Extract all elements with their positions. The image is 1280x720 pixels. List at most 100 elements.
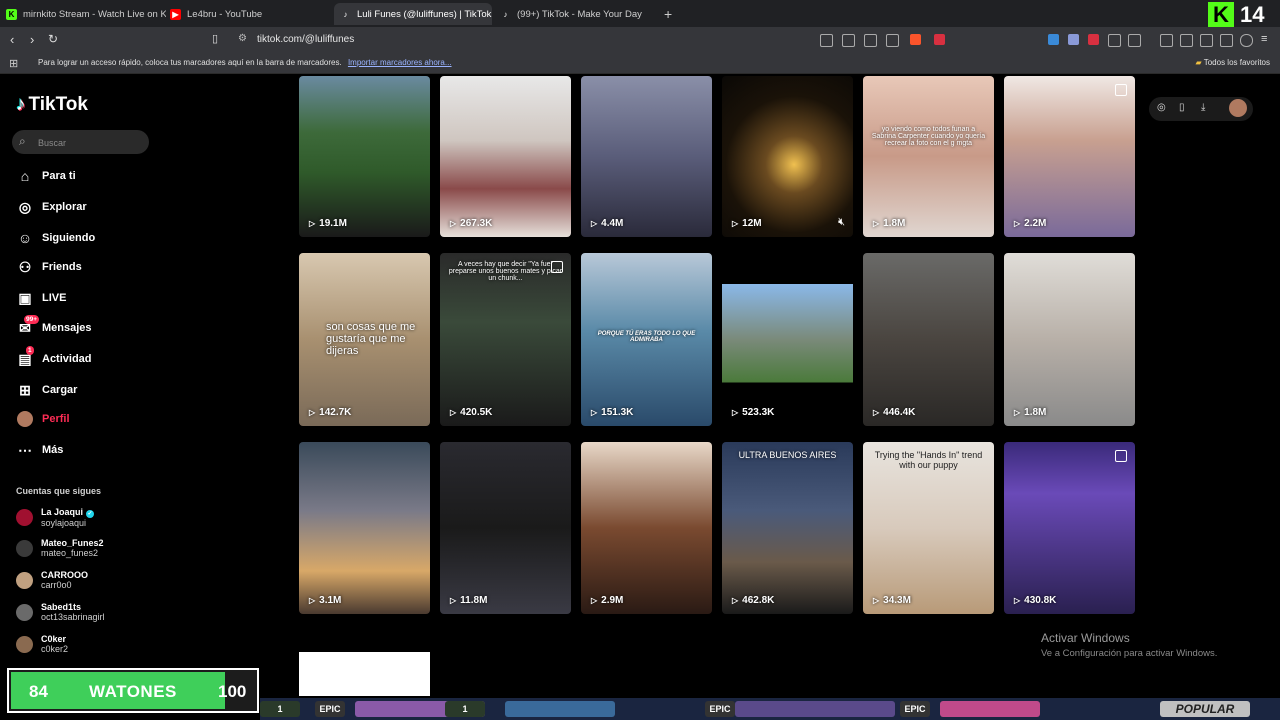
taskbar-item[interactable]: EPIC <box>900 701 930 717</box>
search-box[interactable]: ⌕ <box>12 130 149 154</box>
video-card[interactable]: ULTRA BUENOS AIRES ▷ 462.8K <box>722 442 853 614</box>
new-tab-button[interactable]: + <box>664 6 672 22</box>
video-views: ▷ 3.1M <box>309 595 341 606</box>
video-card[interactable]: PORQUE TÚ ERAS TODO LO QUE ADMIRABA ▷ 151.… <box>581 253 712 426</box>
video-views: ▷ 1.8M <box>1014 407 1046 418</box>
taskbar-item[interactable]: 1 <box>445 701 485 717</box>
nav-mensajes[interactable]: ✉ 99+ Mensajes <box>16 315 92 339</box>
video-card[interactable]: ▷ 3.1M <box>299 442 430 614</box>
nav-actividad[interactable]: ▤ 1 Actividad <box>16 346 92 370</box>
avatar[interactable] <box>1229 99 1247 117</box>
following-account[interactable]: La Joaqui ✓ soylajoaqui <box>16 507 95 528</box>
activity-icon: ▤ 1 <box>18 346 34 367</box>
following-account[interactable]: CARROOO carr0o0 <box>16 570 88 590</box>
nav-siguiendo[interactable]: ☺ Siguiendo <box>16 227 95 249</box>
sidebar-icon[interactable] <box>1180 34 1193 47</box>
muted-icon[interactable]: 🔇︎ <box>838 216 845 229</box>
following-account[interactable]: Mateo_Funes2 mateo_funes2 <box>16 538 104 558</box>
coins-icon[interactable]: ◎ <box>1157 102 1166 113</box>
import-bookmarks-link[interactable]: Importar marcadores ahora... <box>348 58 452 67</box>
puzzle-icon[interactable] <box>1108 34 1121 47</box>
download-icon[interactable]: ⤓ <box>1201 102 1205 113</box>
view-count: 420.5K <box>460 407 493 418</box>
taskbar-item[interactable] <box>940 701 1040 717</box>
following-account[interactable]: C0ker c0ker2 <box>16 634 68 654</box>
video-card[interactable]: A veces hay que decir "Ya fue" preparse … <box>440 253 571 426</box>
video-card[interactable]: ▷ 446.4K <box>863 253 994 426</box>
avatar <box>16 635 33 653</box>
video-card[interactable]: ▷ 4.4M <box>581 76 712 237</box>
brave-shield-icon[interactable] <box>910 34 921 45</box>
reload-icon[interactable]: ↻ <box>48 32 58 46</box>
play-icon: ▷ <box>732 219 739 228</box>
back-icon[interactable]: ‹ <box>10 32 14 47</box>
view-count: 523.3K <box>742 407 775 418</box>
following-account[interactable]: Sabed1ts oct13sabrinagirl <box>16 602 105 622</box>
watones-label: WATONES <box>89 682 177 701</box>
tiktok-icon: ♪ <box>343 9 348 19</box>
menu-icon[interactable]: ≡ <box>1261 33 1267 45</box>
phone-icon[interactable]: ▯ <box>1179 102 1185 113</box>
site-info-icon[interactable]: ⚙ <box>238 33 247 44</box>
wallet-icon[interactable] <box>1200 34 1213 47</box>
video-card[interactable]: ▷ 430.8K <box>1004 442 1135 614</box>
no-tracking-icon[interactable] <box>820 34 833 47</box>
leo-icon[interactable] <box>1220 34 1233 47</box>
taskbar-item[interactable]: POPULAR <box>1160 701 1250 717</box>
video-card[interactable]: son cosas que me gustaría que me dijeras… <box>299 253 430 426</box>
taskbar-item[interactable]: EPIC <box>705 701 735 717</box>
video-caption: Trying the "Hands In" trend with our pup… <box>874 450 983 470</box>
search-input[interactable] <box>36 134 145 151</box>
extension-icon[interactable] <box>1068 34 1079 45</box>
nav-perfil[interactable]: Perfil <box>16 408 70 430</box>
forward-icon[interactable]: › <box>30 32 34 47</box>
nav-explorar[interactable]: ◎ Explorar <box>16 196 87 218</box>
video-card[interactable]: Trying the "Hands In" trend with our pup… <box>863 442 994 614</box>
close-icon[interactable]: ✕ <box>491 9 492 20</box>
tab-youtube[interactable]: ▶ Le4bru - YouTube <box>170 3 330 25</box>
brave-rewards-icon[interactable] <box>934 34 945 45</box>
bookmark-icon[interactable]: ▯ <box>212 32 218 45</box>
tiktok-logo[interactable]: ♪ TikTok <box>16 94 88 116</box>
apps-grid-icon[interactable]: ⊞ <box>9 57 18 70</box>
tab-tiktok[interactable]: ♪ (99+) TikTok - Make Your Day <box>500 3 660 25</box>
bookmarks-hint-text: Para lograr un acceso rápido, coloca tus… <box>38 58 342 67</box>
video-card[interactable]: 🔇︎ ▷ 12M <box>722 76 853 237</box>
video-card[interactable]: ▷ 19.1M <box>299 76 430 237</box>
cast-icon[interactable] <box>842 34 855 47</box>
video-card[interactable]: ▷ 2.9M <box>581 442 712 614</box>
nav-cargar[interactable]: ⊞ Cargar <box>16 379 77 401</box>
taskbar-item[interactable] <box>735 701 895 717</box>
extension-icon[interactable] <box>1128 34 1141 47</box>
nav-para-ti[interactable]: ⌂ Para ti <box>16 165 76 187</box>
friends-icon: ⚇ <box>18 258 32 275</box>
video-views: ▷ 2.9M <box>591 595 623 606</box>
nav-live[interactable]: ▣ LIVE <box>16 287 66 309</box>
music-icon[interactable] <box>1160 34 1173 47</box>
translate-icon[interactable] <box>864 34 877 47</box>
video-card[interactable]: ▷ 523.3K <box>722 253 853 426</box>
all-bookmarks[interactable]: ▰ Todos los favoritos <box>1196 58 1271 67</box>
account-text: Mateo_Funes2 mateo_funes2 <box>41 538 104 558</box>
taskbar-item[interactable]: EPIC <box>315 701 345 717</box>
video-card[interactable]: ▷ 11.8M <box>440 442 571 614</box>
vpn-icon[interactable] <box>1240 34 1253 47</box>
taskbar-item[interactable] <box>505 701 615 717</box>
nav-mas[interactable]: ⋯ Más <box>16 439 63 461</box>
tab-kick[interactable]: K mirnkito Stream - Watch Live on Kick <box>6 3 166 25</box>
video-card[interactable]: ▷ 2.2M <box>1004 76 1135 237</box>
video-views: ▷ 34.3M <box>873 595 911 606</box>
nav-friends[interactable]: ⚇ Friends <box>16 256 82 278</box>
tab-tiktok-active[interactable]: ♪ Luli Funes (@luliffunes) | TikTok ✕ <box>334 3 492 25</box>
video-card[interactable]: yo viendo como todos funan a Sabrina Car… <box>863 76 994 237</box>
share-icon[interactable] <box>886 34 899 47</box>
tiktok-icon: ♪ <box>503 9 508 19</box>
extension-icon[interactable] <box>1048 34 1059 45</box>
account-name: Mateo_Funes2 <box>41 538 104 548</box>
video-card[interactable]: ▷ 267.3K <box>440 76 571 237</box>
taskbar-item[interactable]: 1 <box>260 701 300 717</box>
view-count: 3.1M <box>319 595 342 606</box>
extension-icon[interactable] <box>1088 34 1099 45</box>
nav-label: Explorar <box>42 201 87 213</box>
video-card[interactable]: ▷ 1.8M <box>1004 253 1135 426</box>
